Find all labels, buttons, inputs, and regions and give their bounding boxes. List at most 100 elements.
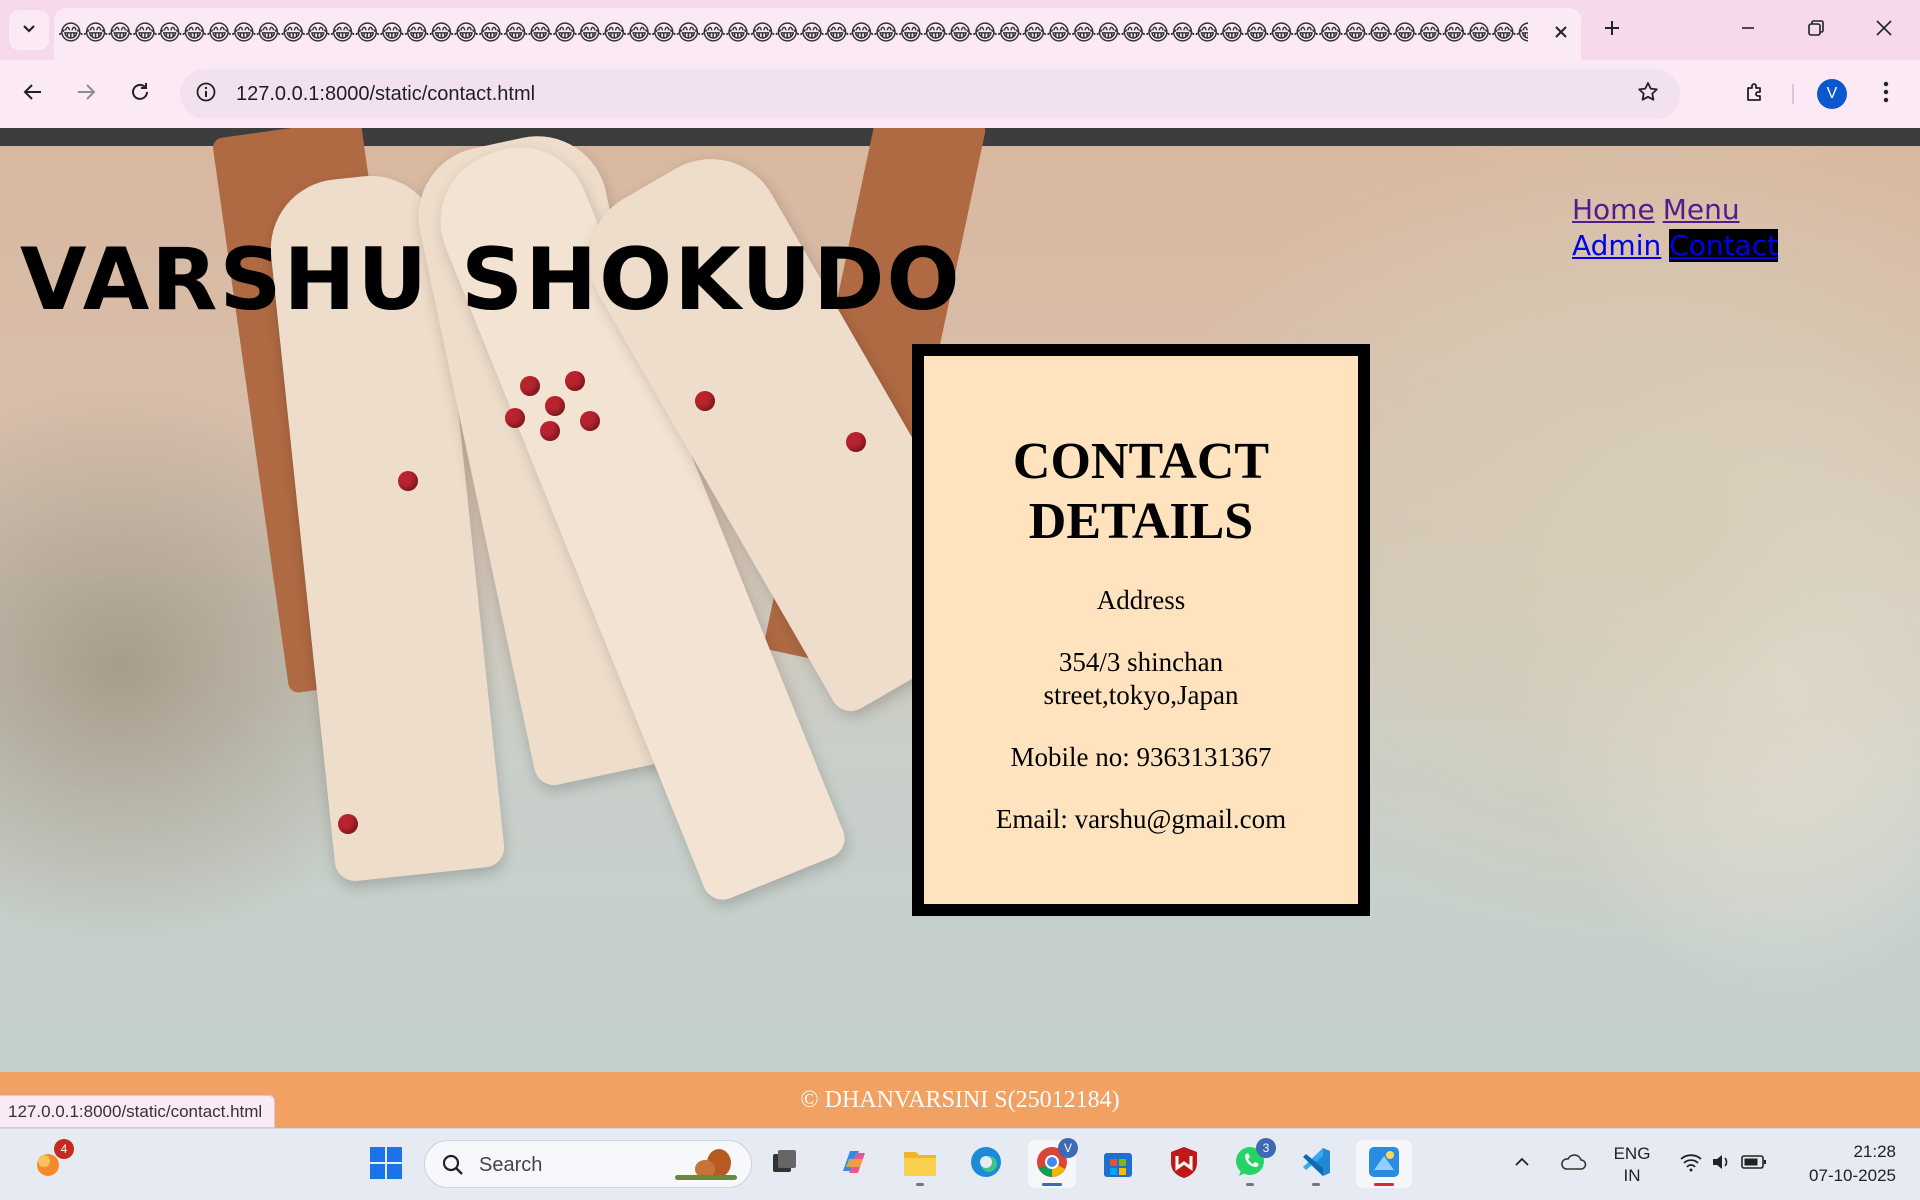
peppercorn bbox=[545, 396, 565, 416]
restore-icon bbox=[1807, 19, 1825, 41]
region-code: IN bbox=[1623, 1166, 1641, 1185]
peppercorn bbox=[540, 421, 560, 441]
tab-search-button[interactable] bbox=[9, 10, 49, 50]
page-viewport: VARSHU SHOKUDO Home Menu Admin Contact CON… bbox=[0, 128, 1920, 1128]
task-view-icon bbox=[769, 1147, 799, 1181]
nav-link-contact[interactable]: Contact bbox=[1669, 229, 1779, 262]
running-indicator bbox=[1246, 1183, 1254, 1186]
taskbar-app-vscode[interactable] bbox=[1292, 1140, 1340, 1188]
plus-icon bbox=[1602, 18, 1622, 42]
squirrel-icon bbox=[669, 1145, 743, 1189]
taskbar-app-paint[interactable] bbox=[1356, 1140, 1412, 1188]
nav-link-menu[interactable]: Menu bbox=[1663, 193, 1740, 226]
taskbar-app-store[interactable] bbox=[1094, 1140, 1142, 1188]
tab-bar: 😂😂😂😂😂😂😂😂😂😂😂😂😂😂😂😂😂😂😂😂😂😂😂😂😂😂😂😂😂😂😂😂😂😂😂😂😂😂😂😂… bbox=[0, 0, 1920, 60]
running-indicator bbox=[1312, 1183, 1320, 1186]
forward-button[interactable] bbox=[66, 74, 106, 114]
nav-link-home[interactable]: Home bbox=[1572, 193, 1655, 226]
browser-menu-button[interactable] bbox=[1868, 74, 1904, 114]
store-icon bbox=[1101, 1145, 1135, 1183]
footer-text: © DHANVARSINI S(25012184) bbox=[800, 1086, 1120, 1113]
taskbar-app-taskview[interactable] bbox=[760, 1140, 808, 1188]
minimize-button[interactable] bbox=[1714, 0, 1782, 60]
nav-link-admin[interactable]: Admin bbox=[1572, 229, 1661, 262]
language-code: ENG bbox=[1613, 1144, 1651, 1163]
close-window-button[interactable] bbox=[1850, 0, 1918, 60]
back-button[interactable] bbox=[13, 74, 53, 114]
tab-title: 😂😂😂😂😂😂😂😂😂😂😂😂😂😂😂😂😂😂😂😂😂😂😂😂😂😂😂😂😂😂😂😂😂😂😂😂😂😂😂😂… bbox=[58, 21, 1528, 46]
star-icon bbox=[1636, 80, 1660, 108]
taskbar-app-copilot[interactable] bbox=[830, 1140, 878, 1188]
info-icon bbox=[195, 81, 217, 107]
volume-icon bbox=[1711, 1152, 1733, 1176]
address-line-1: 354/3 shinchan bbox=[1058, 647, 1224, 677]
reload-button[interactable] bbox=[120, 74, 160, 114]
taskbar-search[interactable]: Search bbox=[424, 1140, 752, 1188]
browser-tab[interactable]: 😂😂😂😂😂😂😂😂😂😂😂😂😂😂😂😂😂😂😂😂😂😂😂😂😂😂😂😂😂😂😂😂😂😂😂😂😂😂😂😂… bbox=[54, 8, 1581, 60]
peppercorn bbox=[565, 371, 585, 391]
extensions-icon bbox=[1743, 80, 1767, 108]
email-address: Email: varshu@gmail.com bbox=[995, 804, 1287, 834]
onedrive-button[interactable] bbox=[1552, 1140, 1594, 1188]
active-indicator bbox=[1042, 1183, 1062, 1186]
start-button[interactable] bbox=[362, 1141, 410, 1189]
site-title: VARSHU SHOKUDO bbox=[20, 230, 962, 330]
peppercorn bbox=[520, 376, 540, 396]
clock[interactable]: 21:28 07-10-2025 bbox=[1786, 1140, 1896, 1188]
link-status-bubble: 127.0.0.1:8000/static/contact.html bbox=[0, 1095, 276, 1128]
tab-close-button[interactable] bbox=[1541, 14, 1581, 54]
quick-settings-button[interactable] bbox=[1668, 1140, 1778, 1188]
site-info-button[interactable] bbox=[188, 76, 224, 112]
contact-heading: CONTACT DETAILS bbox=[924, 432, 1358, 552]
message-badge: 3 bbox=[1256, 1138, 1276, 1158]
taskbar-app-weather[interactable]: 4 bbox=[24, 1139, 74, 1189]
url-text[interactable]: 127.0.0.1:8000/static/contact.html bbox=[236, 83, 535, 106]
taskbar-app-chrome[interactable]: V bbox=[1028, 1138, 1078, 1188]
forward-icon bbox=[75, 81, 97, 107]
contact-heading-line1: CONTACT bbox=[1012, 433, 1270, 490]
toolbar-separator bbox=[1792, 84, 1794, 104]
back-icon bbox=[22, 81, 44, 107]
cloud-icon bbox=[1559, 1152, 1587, 1176]
taskbar-app-mcafee[interactable] bbox=[1160, 1140, 1208, 1188]
close-icon bbox=[1875, 19, 1893, 41]
contact-heading-line2: DETAILS bbox=[1028, 493, 1254, 550]
battery-icon bbox=[1741, 1154, 1767, 1174]
more-icon bbox=[1883, 81, 1889, 107]
notification-badge: 4 bbox=[54, 1139, 74, 1159]
search-placeholder: Search bbox=[479, 1154, 543, 1176]
peppercorn bbox=[846, 432, 866, 452]
peppercorn bbox=[695, 391, 715, 411]
restore-button[interactable] bbox=[1782, 0, 1850, 60]
chevron-down-icon bbox=[21, 20, 37, 40]
site-footer: © DHANVARSINI S(25012184) bbox=[0, 1072, 1920, 1128]
active-indicator bbox=[1374, 1183, 1394, 1186]
address-label: Address bbox=[1096, 585, 1186, 615]
windows-icon bbox=[369, 1146, 403, 1184]
reload-icon bbox=[129, 81, 151, 107]
clock-date: 07-10-2025 bbox=[1809, 1166, 1896, 1185]
vscode-icon bbox=[1299, 1145, 1333, 1183]
language-indicator[interactable]: ENG IN bbox=[1602, 1143, 1662, 1187]
address-bar[interactable]: 127.0.0.1:8000/static/contact.html bbox=[180, 69, 1680, 119]
taskbar-app-file-explorer[interactable] bbox=[896, 1140, 944, 1188]
clock-time: 21:28 bbox=[1853, 1142, 1896, 1161]
new-tab-button[interactable] bbox=[1590, 10, 1634, 50]
taskbar-app-edge[interactable] bbox=[962, 1140, 1010, 1188]
taskbar-app-whatsapp[interactable]: 3 bbox=[1226, 1138, 1276, 1188]
peppercorn bbox=[338, 814, 358, 834]
shield-icon bbox=[1168, 1145, 1200, 1183]
show-hidden-icons-button[interactable] bbox=[1502, 1140, 1542, 1188]
extensions-button[interactable] bbox=[1735, 74, 1775, 114]
profile-avatar[interactable]: V bbox=[1817, 79, 1847, 109]
paint-icon bbox=[1366, 1144, 1402, 1184]
bookmark-button[interactable] bbox=[1630, 76, 1666, 112]
address-line-2: street,tokyo,Japan bbox=[1043, 680, 1239, 710]
folder-icon bbox=[902, 1146, 938, 1182]
browser-toolbar: 127.0.0.1:8000/static/contact.html bbox=[0, 60, 1920, 128]
wifi-icon bbox=[1679, 1152, 1703, 1176]
search-icon bbox=[441, 1153, 465, 1181]
contact-details-card: CONTACT DETAILS Address 354/3 shinchan s… bbox=[912, 344, 1370, 916]
peppercorn bbox=[505, 408, 525, 428]
minimize-icon bbox=[1740, 20, 1756, 40]
